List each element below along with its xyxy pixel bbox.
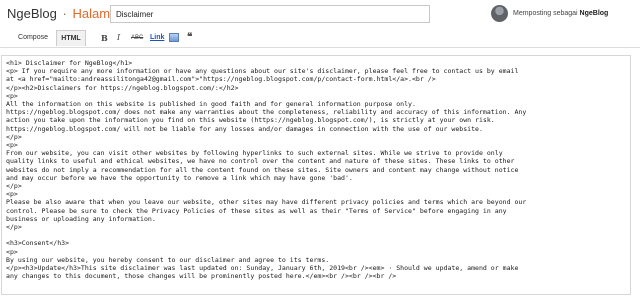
code-line: https://ngeblog.blogspot.com/ does not m…: [6, 108, 527, 117]
code-line: <p> If you require any more information …: [6, 67, 519, 76]
code-line: By using our website, you hereby consent…: [6, 255, 330, 264]
bold-button[interactable]: B: [101, 32, 108, 44]
code-line: control. Please be sure to check the Pri…: [6, 206, 507, 215]
html-source[interactable]: <h1> Disclaimer for NgeBlog</h1> <p> If y…: [2, 56, 630, 283]
code-line: </p><h2>Disclaimers for https://ngeblog.…: [6, 83, 239, 92]
html-editor[interactable]: <h1> Disclaimer for NgeBlog</h1> <p> If y…: [1, 55, 631, 295]
top-header: NgeBlog · Halaman Memposting sebagai Nge…: [0, 0, 640, 30]
account-name[interactable]: NgeBlog: [580, 10, 609, 17]
code-line: </p>: [6, 182, 22, 191]
code-line: at <a href="mailto:andreassilitonga42@gm…: [6, 75, 436, 84]
code-line: All the information on this website is p…: [6, 100, 416, 109]
code-line: and may occur before we have the opportu…: [6, 173, 353, 182]
italic-button[interactable]: I: [117, 32, 120, 44]
code-line: websites do not imply a recommendation f…: [6, 165, 519, 174]
brand-separator: ·: [62, 6, 67, 21]
code-line: action you take upon the information you…: [6, 116, 495, 125]
insert-image-icon[interactable]: [169, 33, 179, 42]
code-line: <h1> Disclaimer for NgeBlog</h1>: [6, 59, 133, 67]
strikethrough-button[interactable]: ABC: [131, 32, 143, 44]
code-line: quality links to useful and ethical webs…: [6, 157, 515, 166]
tab-html[interactable]: HTML: [56, 30, 86, 46]
code-line: <p>: [6, 190, 18, 199]
code-line: <p>: [6, 91, 18, 100]
quote-button[interactable]: ❝: [187, 32, 192, 44]
code-line: https://ngeblog.blogspot.com/ will not b…: [6, 124, 483, 133]
code-line: business or uploading any information.: [6, 214, 156, 223]
blog-brand[interactable]: NgeBlog · Halaman: [7, 6, 125, 21]
code-line: <p>: [6, 141, 18, 150]
code-line: </p><h3>Update</h3>This site disclaimer …: [6, 264, 519, 273]
code-line: From our website, you can visit other we…: [6, 149, 503, 158]
link-button[interactable]: Link: [150, 32, 164, 44]
tab-compose[interactable]: Compose: [12, 30, 54, 46]
blog-name: NgeBlog: [7, 6, 57, 21]
code-line: any changes to this document, those chan…: [6, 272, 397, 281]
code-line: <h3>Consent</h3>: [6, 239, 70, 248]
posting-as: Memposting sebagai NgeBlog: [513, 10, 608, 17]
posting-as-label: Memposting sebagai: [513, 10, 578, 17]
page-title-input[interactable]: [110, 5, 430, 23]
code-line: </p>: [6, 132, 22, 141]
code-line: Please be also aware that when you leave…: [6, 198, 527, 207]
editor-toolbar: Compose HTML B I ABC Link ❝: [0, 30, 640, 48]
code-line: <p>: [6, 247, 18, 256]
avatar[interactable]: [491, 5, 508, 22]
code-line: </p>: [6, 223, 22, 232]
